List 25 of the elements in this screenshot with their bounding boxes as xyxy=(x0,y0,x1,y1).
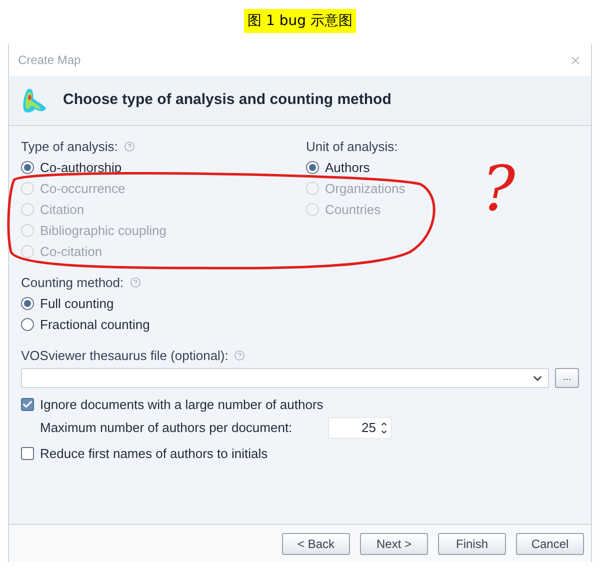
figure-caption: 图 1 bug 示意图 xyxy=(244,9,356,33)
browse-button[interactable]: ... xyxy=(555,368,579,388)
radio-option[interactable]: Fractional counting xyxy=(21,314,150,335)
header-title: Choose type of analysis and counting method xyxy=(63,90,392,110)
section-label: Type of analysis: xyxy=(21,138,118,156)
help-icon[interactable] xyxy=(234,350,246,361)
help-icon[interactable] xyxy=(124,141,135,152)
dialog-button[interactable]: < Back xyxy=(282,532,350,554)
checkbox-option[interactable]: Ignore documents with a large number of authors xyxy=(21,394,324,415)
radio-option[interactable]: Authors xyxy=(306,157,370,178)
help-icon[interactable] xyxy=(130,277,141,288)
window-title: Create Map xyxy=(18,52,81,69)
section-label: Counting method: xyxy=(21,274,124,292)
dialog-button[interactable]: Next > xyxy=(360,532,428,554)
section-label: Unit of analysis: xyxy=(306,138,398,156)
dialog-button[interactable]: Cancel xyxy=(516,532,584,554)
radio-option[interactable]: Full counting xyxy=(21,293,114,314)
handwritten-question-mark: ? xyxy=(482,158,516,220)
checkbox-option[interactable]: Reduce first names of authors to initials xyxy=(21,443,268,464)
field-label: Maximum number of authors per document: xyxy=(40,419,294,438)
spinner-field[interactable]: 25 xyxy=(328,417,392,439)
thesaurus-dropdown[interactable] xyxy=(21,368,549,388)
section-label: VOSviewer thesaurus file (optional): xyxy=(21,346,228,365)
radio-option[interactable]: Co-authorship xyxy=(21,157,122,178)
dialog-button[interactable]: Finish xyxy=(438,532,506,554)
